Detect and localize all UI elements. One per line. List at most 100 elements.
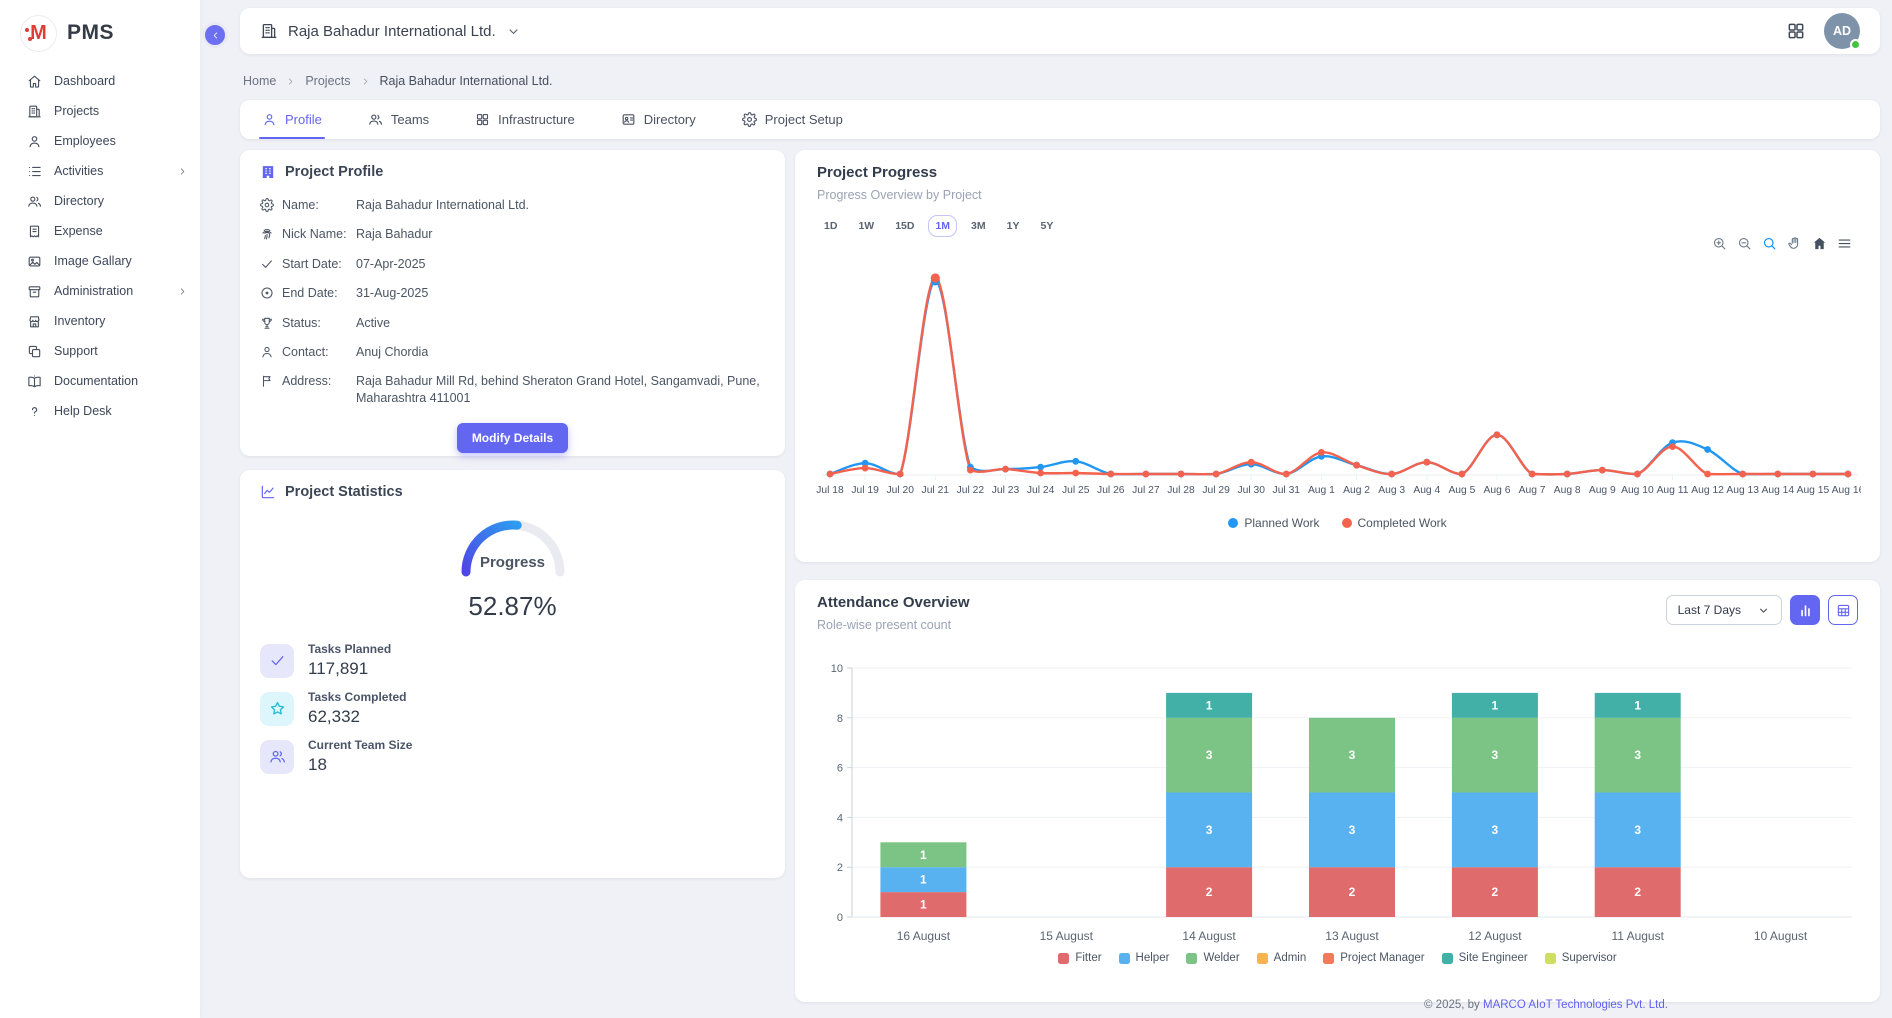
receipt-icon [27, 224, 42, 239]
svg-text:3: 3 [1349, 823, 1356, 837]
grid-icon [475, 112, 490, 127]
svg-text:4: 4 [837, 812, 843, 824]
toolbar-menu-button[interactable] [1837, 236, 1852, 251]
tab-profile[interactable]: Profile [262, 100, 322, 139]
sidebar-item-label: Image Gallary [54, 254, 132, 268]
svg-text:3: 3 [1206, 748, 1213, 762]
sidebar-item-projects[interactable]: Projects [0, 96, 200, 126]
chevron-down-icon [1757, 604, 1770, 617]
sidebar-item-directory[interactable]: Directory [0, 186, 200, 216]
svg-text:13 August: 13 August [1325, 929, 1379, 943]
toolbar-zoom-out-button[interactable] [1737, 236, 1752, 251]
breadcrumb-item-home[interactable]: Home [243, 74, 276, 88]
legend-supervisor[interactable]: Supervisor [1545, 952, 1617, 964]
sidebar-item-administration[interactable]: Administration [0, 276, 200, 306]
sidebar-collapse-button[interactable] [202, 22, 228, 48]
attendance-chart-view-button[interactable] [1790, 595, 1820, 625]
check-icon [260, 257, 274, 271]
company-icon [260, 22, 278, 40]
bar-chart-icon [1798, 603, 1813, 618]
sidebar-item-support[interactable]: Support [0, 336, 200, 366]
tab-infrastructure[interactable]: Infrastructure [475, 100, 575, 139]
field-value: 31-Aug-2025 [356, 285, 765, 302]
legend-admin[interactable]: Admin [1257, 952, 1307, 964]
sidebar-item-label: Employees [54, 134, 116, 148]
legend-completed-work[interactable]: Completed Work [1342, 516, 1447, 530]
project-progress-chart[interactable]: Jul 18Jul 19Jul 20Jul 21Jul 22Jul 23Jul … [812, 262, 1861, 507]
sidebar-item-expense[interactable]: Expense [0, 216, 200, 246]
svg-text:Jul 25: Jul 25 [1062, 485, 1090, 496]
id-card-icon [621, 112, 636, 127]
field-label: Contact: [282, 344, 356, 361]
project-progress-card: Project Progress Progress Overview by Pr… [795, 150, 1880, 562]
range-button-1d[interactable]: 1D [817, 215, 844, 237]
attendance-bar-chart[interactable]: 024681016 August11115 August14 August233… [812, 662, 1861, 962]
fingerprint-icon [260, 227, 274, 241]
company-selector[interactable]: Raja Bahadur International Ltd. [260, 22, 521, 40]
toolbar-search-button[interactable] [1762, 236, 1777, 251]
range-button-3m[interactable]: 3M [964, 215, 993, 237]
attendance-range-select[interactable]: Last 7 Days [1666, 595, 1782, 625]
range-button-1y[interactable]: 1Y [1000, 215, 1027, 237]
profile-field-nick-name-: Nick Name: Raja Bahadur [260, 226, 765, 243]
apps-grid-button[interactable] [1786, 21, 1806, 41]
sidebar-item-activities[interactable]: Activities [0, 156, 200, 186]
sidebar-item-help-desk[interactable]: Help Desk [0, 396, 200, 426]
sidebar-item-label: Dashboard [54, 74, 115, 88]
svg-text:Aug 2: Aug 2 [1343, 485, 1370, 496]
sidebar-item-inventory[interactable]: Inventory [0, 306, 200, 336]
legend-planned-work[interactable]: Planned Work [1228, 516, 1319, 530]
legend-helper[interactable]: Helper [1119, 952, 1170, 964]
modify-details-button[interactable]: Modify Details [457, 423, 568, 453]
gauge-value: 52.87% [468, 591, 556, 622]
svg-text:3: 3 [1492, 748, 1499, 762]
profile-field-address-: Address: Raja Bahadur Mill Rd, behind Sh… [260, 373, 765, 407]
sidebar-item-image-gallary[interactable]: Image Gallary [0, 246, 200, 276]
sidebar-item-employees[interactable]: Employees [0, 126, 200, 156]
sidebar-item-documentation[interactable]: Documentation [0, 366, 200, 396]
svg-text:15 August: 15 August [1040, 929, 1094, 943]
svg-text:1: 1 [920, 873, 927, 887]
footer-company-link[interactable]: MARCO AIoT Technologies Pvt. Ltd. [1483, 999, 1668, 1011]
field-label: Start Date: [282, 256, 356, 273]
toolbar-home-solid-button[interactable] [1812, 236, 1827, 251]
tab-teams[interactable]: Teams [368, 100, 429, 139]
tab-directory[interactable]: Directory [621, 100, 696, 139]
svg-text:3: 3 [1634, 823, 1641, 837]
attendance-table-view-button[interactable] [1828, 595, 1858, 625]
sidebar-item-label: Administration [54, 284, 133, 298]
profile-fields: Name: Raja Bahadur International Ltd. Ni… [260, 197, 765, 407]
range-button-15d[interactable]: 15D [888, 215, 921, 237]
copy-icon [27, 344, 42, 359]
toolbar-zoom-in-button[interactable] [1712, 236, 1727, 251]
range-button-1w[interactable]: 1W [851, 215, 881, 237]
chart-toolbar [1712, 236, 1852, 251]
progress-gauge [447, 510, 579, 582]
chart-line-icon [260, 484, 276, 500]
profile-field-name-: Name: Raja Bahadur International Ltd. [260, 197, 765, 214]
tab-project-setup[interactable]: Project Setup [742, 100, 843, 139]
sidebar-item-dashboard[interactable]: Dashboard [0, 66, 200, 96]
legend-welder[interactable]: Welder [1186, 952, 1239, 964]
progress-line-chart-wrap: Jul 18Jul 19Jul 20Jul 21Jul 22Jul 23Jul … [812, 262, 1861, 507]
sidebar: M PMS Dashboard Projects Employees Activ… [0, 0, 200, 1018]
field-value: Raja Bahadur [356, 226, 765, 243]
chevron-down-icon [506, 24, 521, 39]
svg-text:11 August: 11 August [1611, 929, 1664, 943]
svg-text:1: 1 [920, 848, 927, 862]
legend-fitter[interactable]: Fitter [1058, 952, 1101, 964]
check-icon [269, 652, 286, 669]
circle-dot-icon [260, 286, 274, 300]
range-button-5y[interactable]: 5Y [1033, 215, 1060, 237]
legend-site-engineer[interactable]: Site Engineer [1442, 952, 1528, 964]
toolbar-hand-button[interactable] [1787, 236, 1802, 251]
app-logo[interactable]: M PMS [0, 0, 200, 52]
legend-project-manager[interactable]: Project Manager [1323, 952, 1424, 964]
user-avatar[interactable]: AD [1824, 13, 1860, 49]
grid-icon [1786, 21, 1806, 41]
chevron-right-icon [285, 76, 296, 87]
breadcrumb-item-projects[interactable]: Projects [305, 74, 350, 88]
range-button-1m[interactable]: 1M [928, 215, 957, 237]
svg-text:10 August: 10 August [1754, 929, 1808, 943]
archive-icon [27, 284, 42, 299]
